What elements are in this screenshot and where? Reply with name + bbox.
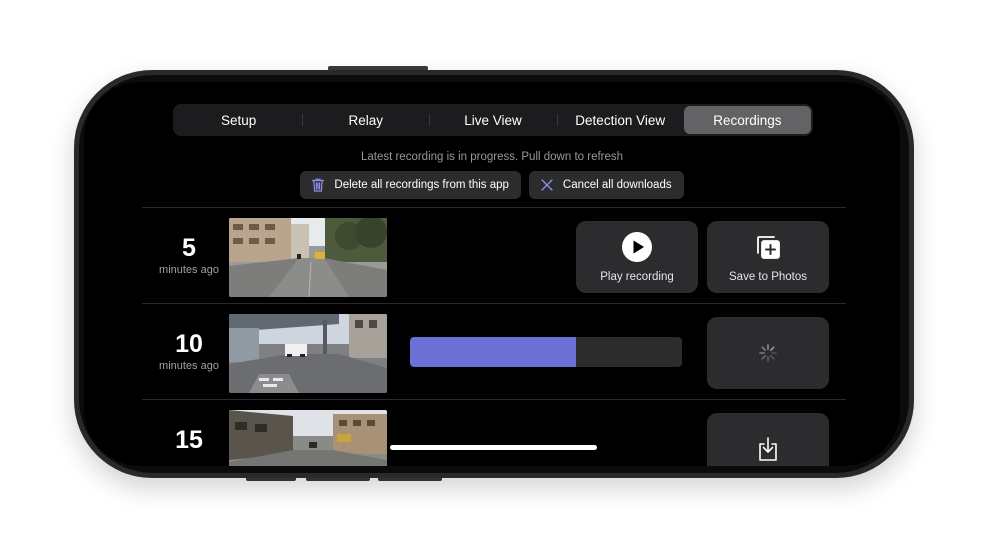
age-number: 10	[175, 330, 203, 358]
bulk-actions: Delete all recordings from this app Canc…	[84, 171, 900, 199]
delete-all-button[interactable]: Delete all recordings from this app	[300, 171, 521, 199]
home-indicator	[390, 445, 597, 450]
recordings-list: 5 minutes ago Play recording Save to Pho…	[142, 207, 846, 466]
recording-thumbnail[interactable]	[229, 218, 387, 297]
thumbnail-street-image	[229, 218, 387, 297]
play-recording-button[interactable]: Play recording	[576, 221, 698, 293]
tab-live-view[interactable]: Live View	[429, 106, 556, 134]
status-text: Latest recording is in progress. Pull do…	[360, 151, 624, 163]
spinner-spoke	[761, 354, 767, 360]
age-number: 15	[175, 426, 203, 454]
save-to-photos-label: Save to Photos	[729, 271, 807, 283]
recording-row[interactable]: 10 minutes ago	[142, 303, 846, 399]
age-unit: minutes ago	[159, 360, 219, 372]
trash-icon	[312, 178, 325, 192]
cancel-downloads-button[interactable]: Cancel all downloads	[528, 171, 684, 199]
recording-thumbnail[interactable]	[229, 410, 387, 466]
spinner-spoke	[769, 346, 775, 352]
tab-recordings[interactable]: Recordings	[683, 106, 812, 134]
spinner-spoke	[769, 354, 775, 360]
play-circle-icon	[622, 232, 652, 262]
thumbnail-street-image	[229, 314, 387, 393]
recording-age: 10 minutes ago	[146, 330, 232, 372]
download-icon	[759, 437, 777, 461]
app-screen: Setup Relay Live View Detection View Rec…	[84, 82, 900, 466]
tab-setup[interactable]: Setup	[175, 106, 302, 134]
recording-row[interactable]: 15	[142, 399, 846, 466]
age-unit: minutes ago	[159, 264, 219, 276]
spinner-spoke	[761, 346, 767, 352]
recording-age: 5 minutes ago	[146, 234, 232, 276]
add-to-photos-icon	[757, 236, 780, 259]
recording-row[interactable]: 5 minutes ago Play recording Save to Pho…	[142, 207, 846, 303]
tab-relay[interactable]: Relay	[302, 106, 429, 134]
thumbnail-street-image	[229, 410, 387, 466]
cancel-downloads-label: Cancel all downloads	[562, 179, 672, 191]
download-in-progress-button[interactable]	[707, 317, 829, 389]
delete-all-label: Delete all recordings from this app	[334, 179, 509, 191]
x-icon	[541, 179, 553, 191]
download-progress-fill	[410, 337, 576, 367]
download-recording-button[interactable]	[707, 413, 829, 466]
age-number: 5	[182, 234, 196, 262]
recording-thumbnail[interactable]	[229, 314, 387, 393]
download-progress-bar	[410, 337, 682, 367]
tab-bar: Setup Relay Live View Detection View Rec…	[173, 104, 813, 136]
tab-detection-view[interactable]: Detection View	[556, 106, 684, 134]
spinner-icon	[759, 344, 777, 362]
recording-age: 15	[146, 426, 232, 454]
play-recording-label: Play recording	[600, 271, 674, 283]
save-to-photos-button[interactable]: Save to Photos	[707, 221, 829, 293]
